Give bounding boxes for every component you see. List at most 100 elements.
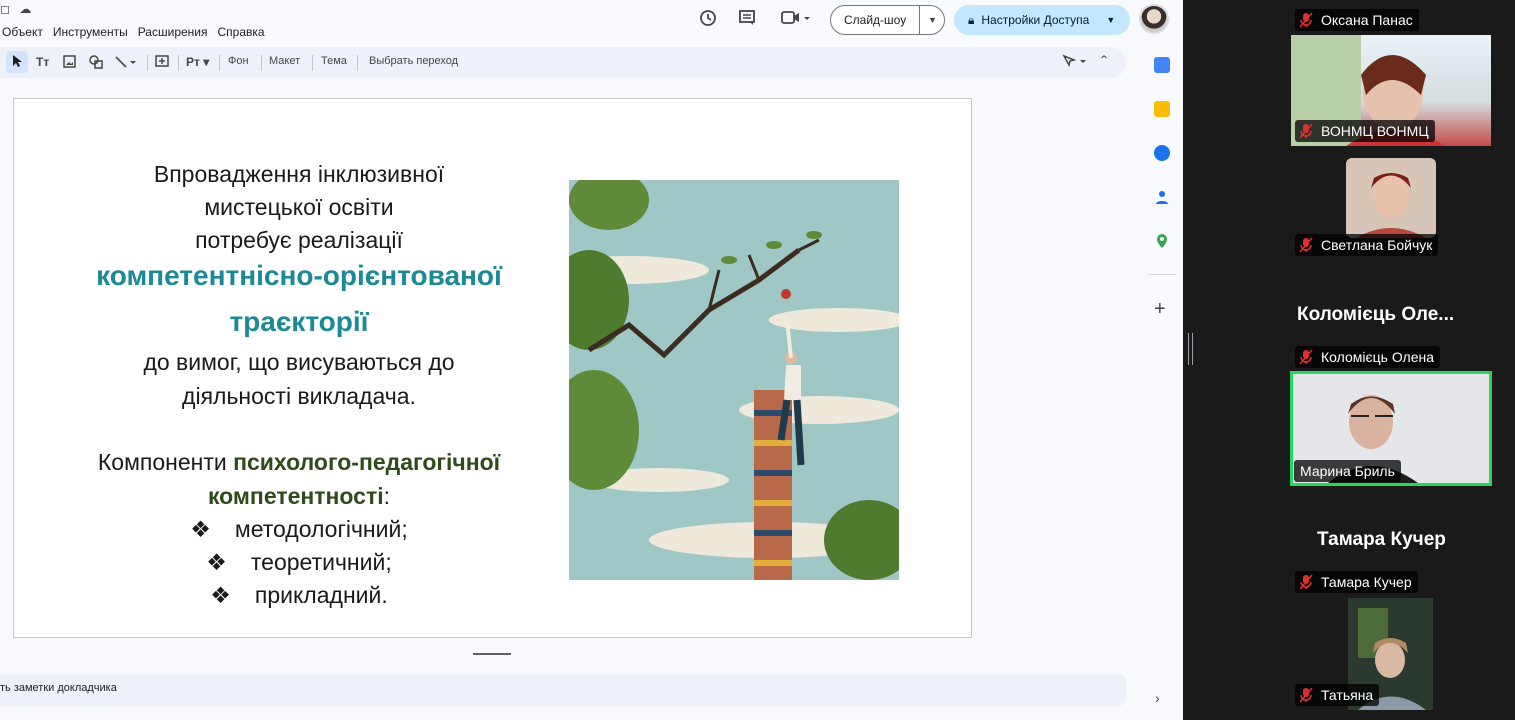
divider: [178, 55, 179, 71]
slide-line: мистецької освіти: [204, 194, 394, 220]
pen-select-icon[interactable]: [1062, 54, 1092, 71]
comments-icon[interactable]: [738, 9, 756, 32]
slideshow-button[interactable]: Слайд-шоу ▼: [830, 5, 945, 35]
collapse-icon[interactable]: ⌃: [1099, 53, 1109, 67]
components-highlight: компетентності: [207, 483, 384, 509]
side-panel: +: [1140, 44, 1183, 720]
cursor-icon[interactable]: [12, 54, 23, 71]
theme-button[interactable]: Тема: [321, 55, 347, 67]
participant-name: Светлана Бойчук: [1321, 237, 1433, 253]
components-line: Компоненти психолого-педагогічної: [14, 447, 584, 477]
diamond-bullet-icon: ❖: [190, 516, 211, 542]
speaker-notes[interactable]: ть заметки докладчика: [0, 674, 1126, 706]
text-format-icon[interactable]: Pт ▾: [186, 55, 209, 69]
mic-muted-icon: [1299, 574, 1313, 590]
bullet-item: ❖ прикладний.: [14, 580, 584, 610]
participant-tile[interactable]: Тамара Кучер Тамара Кучер: [1291, 488, 1491, 596]
participant-tile[interactable]: Оксана Панас: [1291, 6, 1491, 34]
active-speaker-tile[interactable]: Марина Бриль: [1290, 371, 1492, 486]
bullet-item: ❖ методологічний;: [14, 514, 584, 544]
components-suffix: :: [383, 483, 391, 509]
participant-nametag: Тамара Кучер: [1295, 571, 1418, 593]
mic-muted-icon: [1299, 349, 1313, 365]
participant-name: ВОНМЦ ВОНМЦ: [1321, 123, 1429, 139]
participant-display-name: Тамара Кучер: [1317, 529, 1446, 550]
participant-name: Татьяна: [1321, 687, 1374, 703]
participant-name: Оксана Панас: [1321, 12, 1413, 28]
meet-video-icon[interactable]: [781, 10, 811, 31]
add-comment-icon[interactable]: [155, 55, 169, 72]
lock-icon: 🔒︎: [968, 12, 975, 27]
resize-handle[interactable]: [473, 653, 511, 655]
menu-tools[interactable]: Инструменты: [53, 25, 128, 39]
chevron-right-icon[interactable]: ›: [1155, 690, 1160, 706]
bullet-item: ❖ теоретичний;: [14, 547, 584, 577]
divider: [312, 55, 313, 71]
divider: [219, 55, 220, 71]
slide-line: Впровадження інклюзивної: [153, 161, 445, 187]
participant-nametag: Светлана Бойчук: [1295, 234, 1439, 256]
divider: [357, 55, 358, 71]
components-highlight: психолого-педагогічної: [233, 449, 501, 475]
career-climb-illustration: [569, 180, 899, 580]
square-icon[interactable]: ◻: [0, 2, 10, 16]
participant-tile[interactable]: Коломієць Оле... Коломієць Олена: [1291, 262, 1491, 370]
participant-tile[interactable]: Светлана Бойчук: [1291, 150, 1491, 260]
image-icon[interactable]: [63, 55, 76, 71]
history-icon[interactable]: [699, 9, 717, 32]
menu-help[interactable]: Справка: [218, 25, 265, 39]
menu-extensions[interactable]: Расширения: [138, 25, 208, 39]
slide-canvas[interactable]: Впровадження інклюзивної мистецької осві…: [13, 98, 972, 638]
toolbar: Tт Pт ▾ Фон Макет Тема Выбрать переход ⌃: [0, 47, 1126, 78]
mic-muted-icon: [1299, 237, 1313, 253]
mic-muted-icon: [1299, 12, 1313, 28]
participant-nametag: Оксана Панас: [1295, 9, 1419, 31]
gallery-resize-handle[interactable]: [1188, 333, 1194, 365]
diamond-bullet-icon: ❖: [206, 549, 227, 575]
calendar-icon[interactable]: [1154, 57, 1170, 73]
menu-object[interactable]: Объект: [2, 25, 43, 39]
participant-avatar: [1346, 158, 1436, 238]
participant-nametag: Татьяна: [1295, 684, 1380, 706]
transition-button[interactable]: Выбрать переход: [369, 55, 458, 67]
chevron-down-icon[interactable]: ▼: [1106, 15, 1115, 25]
bullet-text: теоретичний;: [250, 549, 392, 575]
components-prefix: Компоненти: [97, 449, 234, 475]
share-button[interactable]: 🔒︎ Настройки Доступа ▼: [954, 5, 1130, 35]
tasks-icon[interactable]: [1154, 145, 1170, 161]
speaker-notes-placeholder: ть заметки докладчика: [0, 682, 117, 694]
slide-line: потребує реалізації: [195, 227, 403, 253]
divider: [1148, 274, 1176, 275]
participant-name: Марина Бриль: [1300, 463, 1395, 479]
share-label: Настройки Доступа: [981, 13, 1090, 27]
participant-nametag: Марина Бриль: [1294, 460, 1401, 482]
slides-app: ◻ ☁ Объект Инструменты Расширения Справк…: [0, 0, 1183, 720]
layout-button[interactable]: Макет: [269, 55, 300, 67]
shapes-icon[interactable]: [89, 55, 103, 72]
text-box-icon[interactable]: Tт: [36, 55, 49, 69]
background-button[interactable]: Фон: [228, 55, 249, 67]
maps-icon[interactable]: [1154, 233, 1170, 249]
account-avatar[interactable]: [1139, 4, 1169, 34]
line-icon[interactable]: [115, 55, 137, 72]
bullet-text: прикладний.: [254, 582, 388, 608]
slide-line: до вимог, що висуваються до: [143, 349, 455, 375]
slide-line-highlight: компетентнісно-орієнтованої: [96, 260, 502, 291]
participant-tile[interactable]: ВОНМЦ ВОНМЦ: [1291, 35, 1491, 146]
participant-display-name: Коломієць Оле...: [1297, 304, 1455, 325]
chevron-down-icon[interactable]: ▼: [928, 15, 937, 25]
diamond-bullet-icon: ❖: [210, 582, 231, 608]
participant-name: Тамара Кучер: [1321, 574, 1412, 590]
divider: [147, 55, 148, 71]
top-left-icons: ◻ ☁: [0, 2, 31, 16]
cloud-icon[interactable]: ☁: [19, 2, 31, 16]
add-icon[interactable]: +: [1154, 298, 1166, 321]
slideshow-label: Слайд-шоу: [844, 13, 907, 27]
participant-nametag: Коломієць Олена: [1295, 346, 1441, 368]
bullet-text: методологічний;: [234, 516, 408, 542]
menu-bar: Объект Инструменты Расширения Справка: [0, 20, 275, 44]
participant-tile[interactable]: Татьяна: [1291, 598, 1491, 710]
contacts-icon[interactable]: [1154, 189, 1170, 205]
keep-icon[interactable]: [1154, 101, 1170, 117]
components-line: компетентності:: [14, 481, 584, 511]
